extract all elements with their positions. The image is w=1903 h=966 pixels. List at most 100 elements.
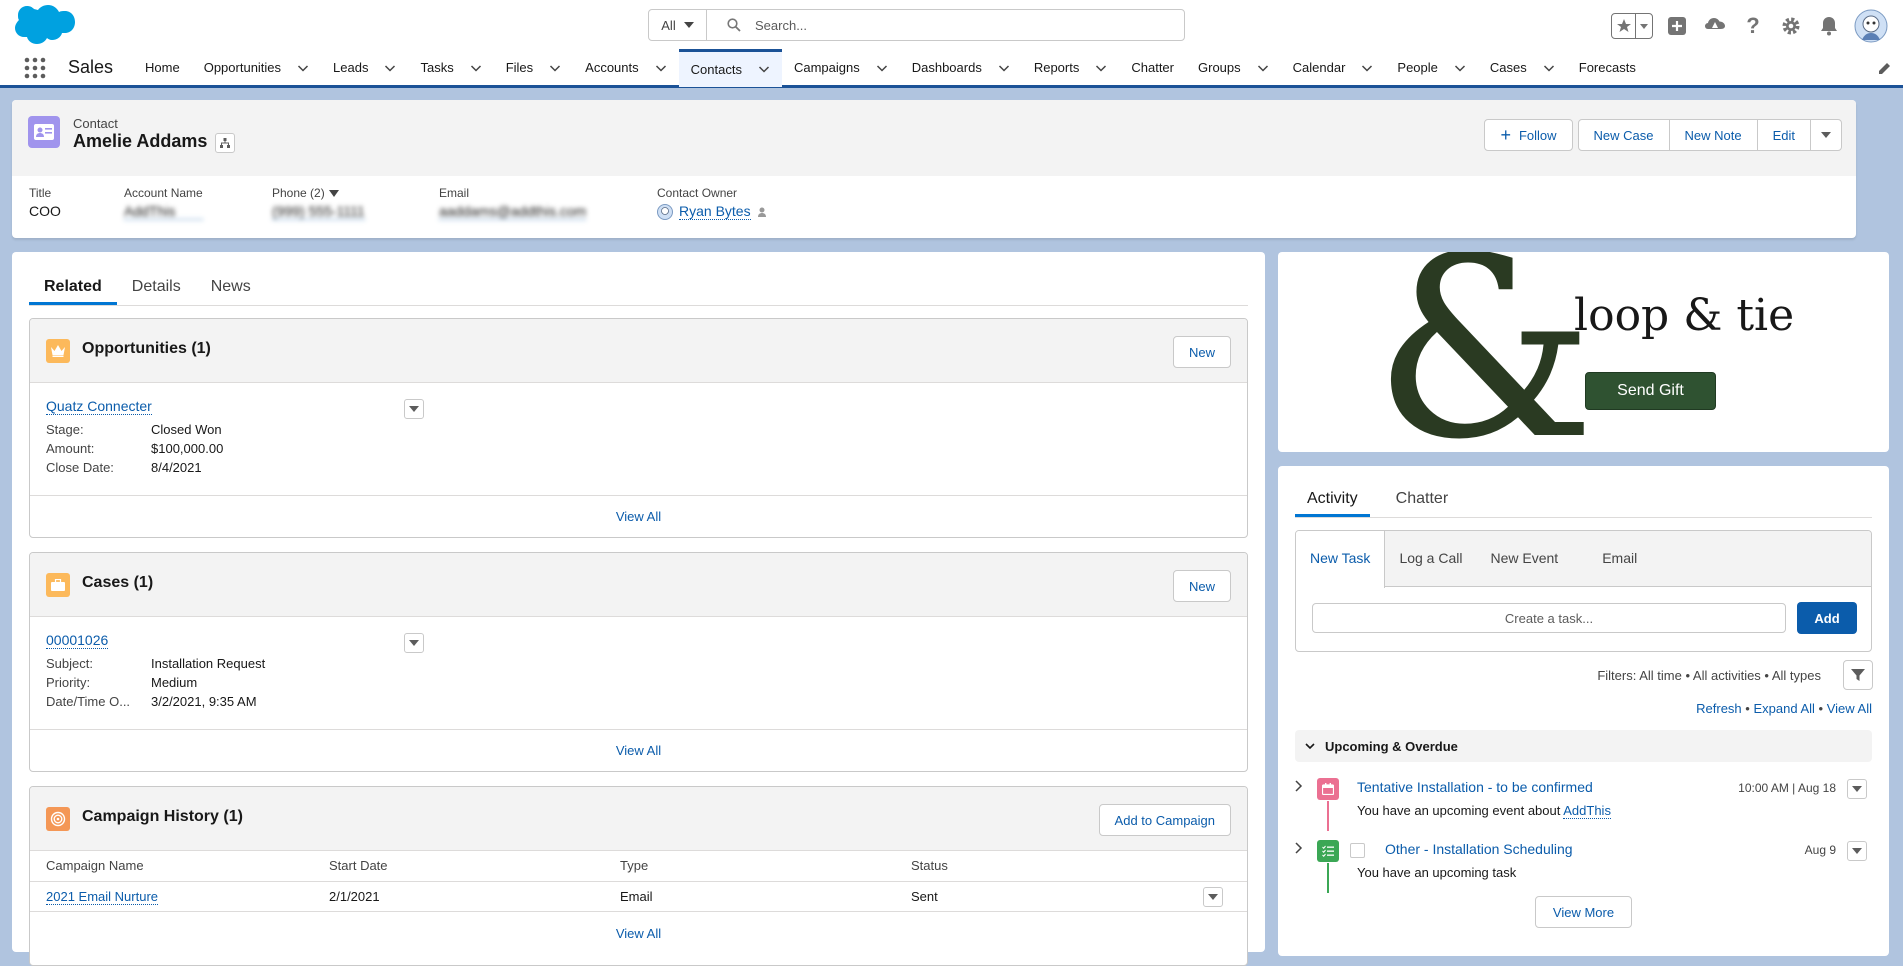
notifications-bell-icon[interactable] <box>1815 12 1843 40</box>
nav-item-calendar[interactable]: Calendar <box>1281 49 1386 87</box>
row-actions-menu[interactable] <box>404 399 424 419</box>
brand-name: loop & tie <box>1574 290 1795 341</box>
phone-link[interactable]: (999) 555-1111 <box>272 203 365 220</box>
new-opportunity-button[interactable]: New <box>1172 336 1231 368</box>
field-title: Title COO <box>29 186 61 219</box>
chevron-down-icon[interactable] <box>470 62 482 74</box>
nav-item-people[interactable]: People <box>1385 49 1477 87</box>
campaign-name-link[interactable]: 2021 Email Nurture <box>46 888 158 905</box>
phone-caret-icon[interactable] <box>328 189 339 197</box>
nav-item-tasks[interactable]: Tasks <box>408 49 493 87</box>
account-link[interactable]: AddThis <box>1563 803 1611 819</box>
nav-item-accounts[interactable]: Accounts <box>573 49 678 87</box>
chevron-down-icon[interactable] <box>1454 62 1466 74</box>
item-actions-menu[interactable] <box>1847 841 1867 861</box>
chevron-down-icon[interactable] <box>297 62 309 74</box>
chevron-down-icon[interactable] <box>1361 62 1373 74</box>
view-all-campaigns-link[interactable]: View All <box>616 926 661 941</box>
chevron-down-icon[interactable] <box>384 62 396 74</box>
edit-button[interactable]: Edit <box>1756 119 1811 151</box>
chevron-down-icon[interactable] <box>1257 62 1269 74</box>
chevron-down-icon[interactable] <box>998 62 1010 74</box>
row-actions-menu[interactable] <box>404 633 424 653</box>
view-all-activity-link[interactable]: View All <box>1827 701 1872 716</box>
column-header[interactable]: Status <box>895 851 1247 882</box>
add-task-button[interactable]: Add <box>1797 602 1857 634</box>
tab-email[interactable]: Email <box>1588 531 1651 586</box>
item-actions-menu[interactable] <box>1847 779 1867 799</box>
expand-all-link[interactable]: Expand All <box>1753 701 1814 716</box>
tab-news[interactable]: News <box>196 270 266 305</box>
chevron-down-icon[interactable] <box>549 62 561 74</box>
user-avatar[interactable] <box>1853 8 1889 44</box>
favorites-star-icon[interactable] <box>1612 14 1636 38</box>
trailhead-icon[interactable] <box>1701 12 1729 40</box>
chevron-right-icon[interactable] <box>1295 780 1303 792</box>
column-header[interactable]: Campaign Name <box>30 851 313 882</box>
refresh-link[interactable]: Refresh <box>1696 701 1742 716</box>
add-to-campaign-button[interactable]: Add to Campaign <box>1098 804 1231 836</box>
app-launcher-icon[interactable] <box>24 57 48 79</box>
filter-funnel-icon[interactable] <box>1843 660 1873 690</box>
nav-item-leads[interactable]: Leads <box>321 49 408 87</box>
more-actions-button[interactable] <box>1810 119 1842 151</box>
view-all-cases-link[interactable]: View All <box>616 743 661 758</box>
nav-item-forecasts[interactable]: Forecasts <box>1567 49 1648 87</box>
nav-item-contacts[interactable]: Contacts <box>678 48 782 87</box>
change-owner-icon[interactable] <box>757 206 769 218</box>
nav-item-files[interactable]: Files <box>494 49 573 87</box>
email-link[interactable]: aaddams@addthis.com <box>439 203 587 220</box>
help-icon[interactable]: ? <box>1739 12 1767 40</box>
global-create-icon[interactable] <box>1663 12 1691 40</box>
record-actions: + Follow New Case New Note Edit <box>1484 119 1842 151</box>
column-header[interactable]: Start Date <box>313 851 604 882</box>
nav-item-cases[interactable]: Cases <box>1478 49 1567 87</box>
owner-link[interactable]: Ryan Bytes <box>679 203 751 220</box>
nav-item-campaigns[interactable]: Campaigns <box>782 49 900 87</box>
follow-button[interactable]: + Follow <box>1484 119 1573 151</box>
case-record-link[interactable]: 00001026 <box>46 632 109 649</box>
row-actions-menu[interactable] <box>1203 886 1223 907</box>
chevron-down-icon[interactable] <box>876 62 888 74</box>
search-input[interactable] <box>753 16 1153 34</box>
chevron-down-icon[interactable] <box>758 63 770 75</box>
new-note-button[interactable]: New Note <box>1668 119 1758 151</box>
task-title-link[interactable]: Other - Installation Scheduling <box>1385 841 1573 857</box>
nav-item-dashboards[interactable]: Dashboards <box>900 49 1022 87</box>
tab-activity[interactable]: Activity <box>1295 482 1370 517</box>
chevron-down-icon[interactable] <box>1095 62 1107 74</box>
nav-item-home[interactable]: Home <box>133 49 192 87</box>
nav-item-opportunities[interactable]: Opportunities <box>192 49 321 87</box>
view-all-opportunities-link[interactable]: View All <box>616 509 661 524</box>
new-case-button[interactable]: New Case <box>1577 119 1670 151</box>
settings-gear-icon[interactable] <box>1777 12 1805 40</box>
tab-new-event[interactable]: New Event <box>1476 531 1588 586</box>
tab-related[interactable]: Related <box>29 270 117 305</box>
chevron-down-icon[interactable] <box>1543 62 1555 74</box>
salesforce-logo[interactable] <box>13 4 75 44</box>
nav-item-reports[interactable]: Reports <box>1022 49 1120 87</box>
send-gift-button[interactable]: Send Gift <box>1585 372 1716 410</box>
task-complete-checkbox[interactable] <box>1350 843 1365 858</box>
favorites-caret-icon[interactable] <box>1636 14 1652 38</box>
case-subject-link[interactable]: Installation Request <box>151 656 265 671</box>
edit-nav-pencil-icon[interactable] <box>1877 62 1891 76</box>
view-more-button[interactable]: View More <box>1535 896 1632 928</box>
upcoming-overdue-section[interactable]: Upcoming & Overdue <box>1295 730 1872 762</box>
tab-log-call[interactable]: Log a Call <box>1385 531 1476 586</box>
create-task-input[interactable] <box>1312 603 1786 633</box>
tab-chatter[interactable]: Chatter <box>1384 482 1460 517</box>
tab-details[interactable]: Details <box>117 270 196 305</box>
account-link[interactable]: AddThis <box>124 203 203 220</box>
tab-new-task[interactable]: New Task <box>1296 531 1386 588</box>
chevron-down-icon[interactable] <box>655 62 667 74</box>
nav-item-chatter[interactable]: Chatter <box>1119 49 1186 87</box>
search-scope-select[interactable]: All <box>649 10 707 40</box>
hierarchy-icon[interactable] <box>215 133 235 153</box>
opportunity-record-link[interactable]: Quatz Connecter <box>46 398 152 415</box>
column-header[interactable]: Type <box>604 851 895 882</box>
event-title-link[interactable]: Tentative Installation - to be confirmed <box>1357 779 1593 795</box>
chevron-right-icon[interactable] <box>1295 842 1303 854</box>
new-case-related-button[interactable]: New <box>1172 570 1231 602</box>
nav-item-groups[interactable]: Groups <box>1186 49 1281 87</box>
